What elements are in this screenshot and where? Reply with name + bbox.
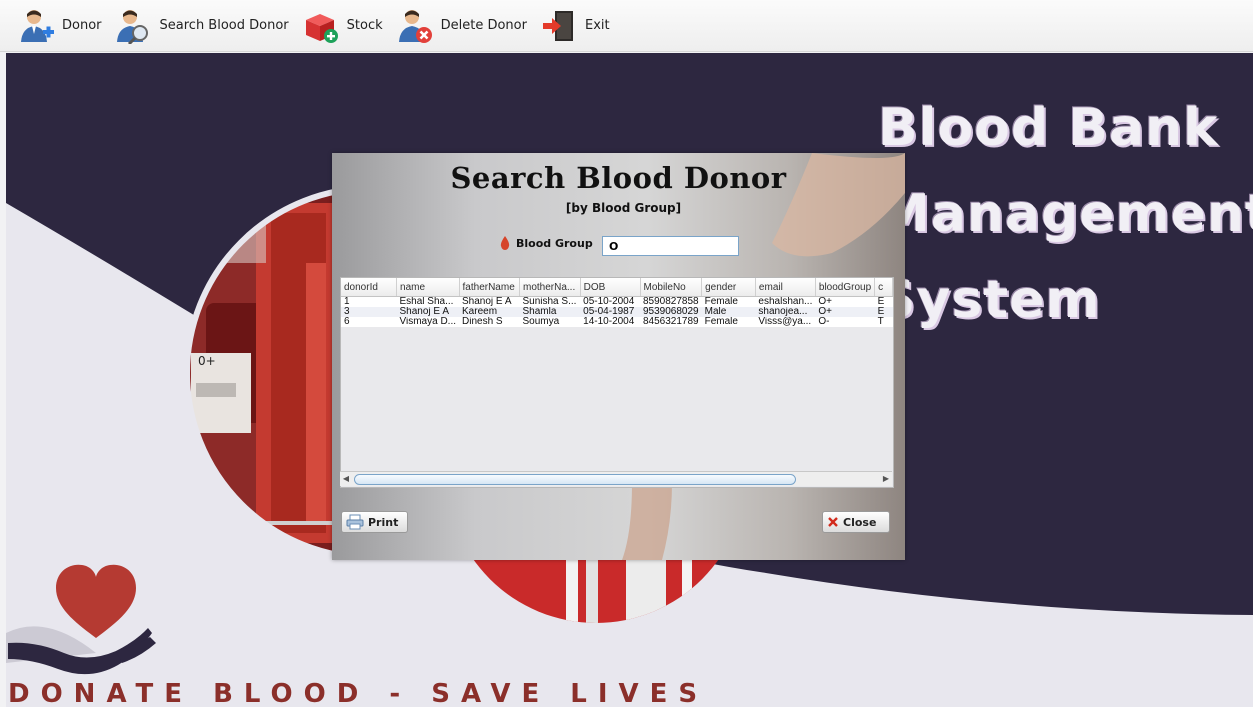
table-cell: 05-10-2004 bbox=[580, 296, 640, 307]
table-cell: 6 bbox=[341, 317, 397, 327]
table-cell: Female bbox=[701, 296, 756, 307]
table-cell: E bbox=[874, 307, 893, 317]
column-header[interactable]: DOB bbox=[580, 278, 641, 297]
dialog-title: Search Blood Donor bbox=[450, 161, 787, 195]
column-header[interactable]: name bbox=[396, 278, 460, 297]
blood-group-label: Blood Group bbox=[516, 236, 593, 250]
donor-delete-icon bbox=[398, 9, 432, 43]
menu-delete-donor-label: Delete Donor bbox=[440, 18, 527, 33]
table-cell: T bbox=[874, 317, 893, 327]
scroll-right-arrow-icon[interactable]: ▶ bbox=[880, 473, 892, 485]
blood-group-input[interactable] bbox=[602, 236, 739, 256]
blood-group-label-row: Blood Group bbox=[500, 236, 593, 250]
app-title-line-1: Blood Bank bbox=[878, 98, 1219, 158]
donor-table[interactable]: donorId name fatherName motherNa... DOB … bbox=[340, 277, 894, 488]
dialog-subtitle: [by Blood Group] bbox=[565, 201, 682, 215]
table-cell: E bbox=[874, 296, 893, 307]
close-button[interactable]: Close bbox=[822, 511, 890, 533]
table-horizontal-scrollbar[interactable]: ◀ ▶ bbox=[340, 471, 892, 486]
donor-add-icon bbox=[21, 9, 54, 42]
table-cell: Kareem bbox=[459, 307, 520, 317]
column-header[interactable]: MobileNo bbox=[640, 278, 703, 297]
menubar: Donor Search Blood Donor Stock Delete Do… bbox=[0, 0, 1253, 52]
column-header[interactable]: bloodGroup bbox=[815, 278, 876, 297]
menu-delete-donor[interactable]: Delete Donor bbox=[397, 0, 527, 52]
table-cell: Sunisha S... bbox=[519, 296, 581, 307]
menu-stock-label: Stock bbox=[346, 18, 383, 33]
table-cell: Soumya bbox=[519, 317, 581, 327]
table-cell: Eshal Sha... bbox=[396, 296, 460, 307]
table-cell: Male bbox=[701, 307, 756, 317]
table-cell: 14-10-2004 bbox=[580, 317, 640, 327]
app-title-line-2: Management bbox=[878, 184, 1253, 244]
print-button-label: Print bbox=[368, 515, 399, 529]
app-title: Blood Bank Management System bbox=[878, 85, 1253, 343]
column-header[interactable]: fatherName bbox=[459, 278, 520, 297]
table-cell: O+ bbox=[815, 296, 875, 307]
menu-search-blood-donor-label: Search Blood Donor bbox=[159, 18, 289, 33]
blood-drop-icon bbox=[500, 236, 510, 250]
table-row[interactable]: 1 Eshal Sha... Shanoj E A Sunisha S... 0… bbox=[341, 296, 893, 307]
donor-results-table: donorId name fatherName motherNa... DOB … bbox=[341, 278, 893, 327]
table-cell: 8456321789 bbox=[640, 317, 702, 327]
donor-search-icon bbox=[116, 9, 148, 44]
svg-text:0+: 0+ bbox=[198, 354, 216, 368]
column-header[interactable]: c bbox=[874, 278, 893, 297]
table-cell: 3 bbox=[341, 307, 397, 317]
table-row[interactable]: 6 Vismaya D... Dinesh S Soumya 14-10-200… bbox=[341, 317, 893, 327]
table-cell: 1 bbox=[341, 296, 397, 307]
table-cell: 05-04-1987 bbox=[580, 307, 640, 317]
search-blood-donor-dialog: Search Blood Donor [by Blood Group] Bloo… bbox=[332, 153, 905, 560]
scroll-left-arrow-icon[interactable]: ◀ bbox=[340, 473, 352, 485]
table-cell: Vismaya D... bbox=[396, 317, 460, 327]
table-cell: 8590827858 bbox=[640, 296, 702, 307]
table-row[interactable]: 3 Shanoj E A Kareem Shamla 05-04-1987 95… bbox=[341, 307, 893, 317]
menu-search-blood-donor[interactable]: Search Blood Donor bbox=[116, 0, 289, 52]
menu-stock[interactable]: Stock bbox=[303, 0, 383, 52]
table-cell: O- bbox=[815, 317, 875, 327]
table-cell: Shanoj E A bbox=[459, 296, 520, 307]
column-header[interactable]: gender bbox=[701, 278, 756, 297]
table-cell: eshalshan... bbox=[755, 296, 816, 307]
table-cell: Dinesh S bbox=[459, 317, 520, 327]
menu-donor[interactable]: Donor bbox=[18, 0, 102, 52]
column-header[interactable]: donorId bbox=[341, 278, 398, 297]
exit-door-icon bbox=[542, 10, 573, 41]
printer-icon bbox=[346, 514, 364, 530]
column-header[interactable]: email bbox=[755, 278, 816, 297]
table-cell: Visss@ya... bbox=[755, 317, 816, 327]
column-header[interactable]: motherNa... bbox=[519, 278, 581, 297]
table-cell: shanojea... bbox=[755, 307, 816, 317]
table-cell: 9539068029 bbox=[640, 307, 702, 317]
menu-exit[interactable]: Exit bbox=[541, 0, 610, 52]
tagline: DONATE BLOOD - SAVE LIVES bbox=[8, 679, 709, 707]
table-cell: O+ bbox=[815, 307, 875, 317]
table-cell: Shamla bbox=[519, 307, 581, 317]
table-cell: Shanoj E A bbox=[396, 307, 460, 317]
table-cell: Female bbox=[701, 317, 756, 327]
menu-exit-label: Exit bbox=[584, 18, 610, 33]
menu-donor-label: Donor bbox=[62, 18, 102, 33]
scrollbar-thumb[interactable] bbox=[354, 474, 796, 485]
stock-add-icon bbox=[305, 13, 338, 43]
close-x-icon bbox=[828, 517, 838, 527]
app-title-line-3: System bbox=[878, 270, 1101, 330]
print-button[interactable]: Print bbox=[341, 511, 408, 533]
close-button-label: Close bbox=[843, 515, 877, 529]
